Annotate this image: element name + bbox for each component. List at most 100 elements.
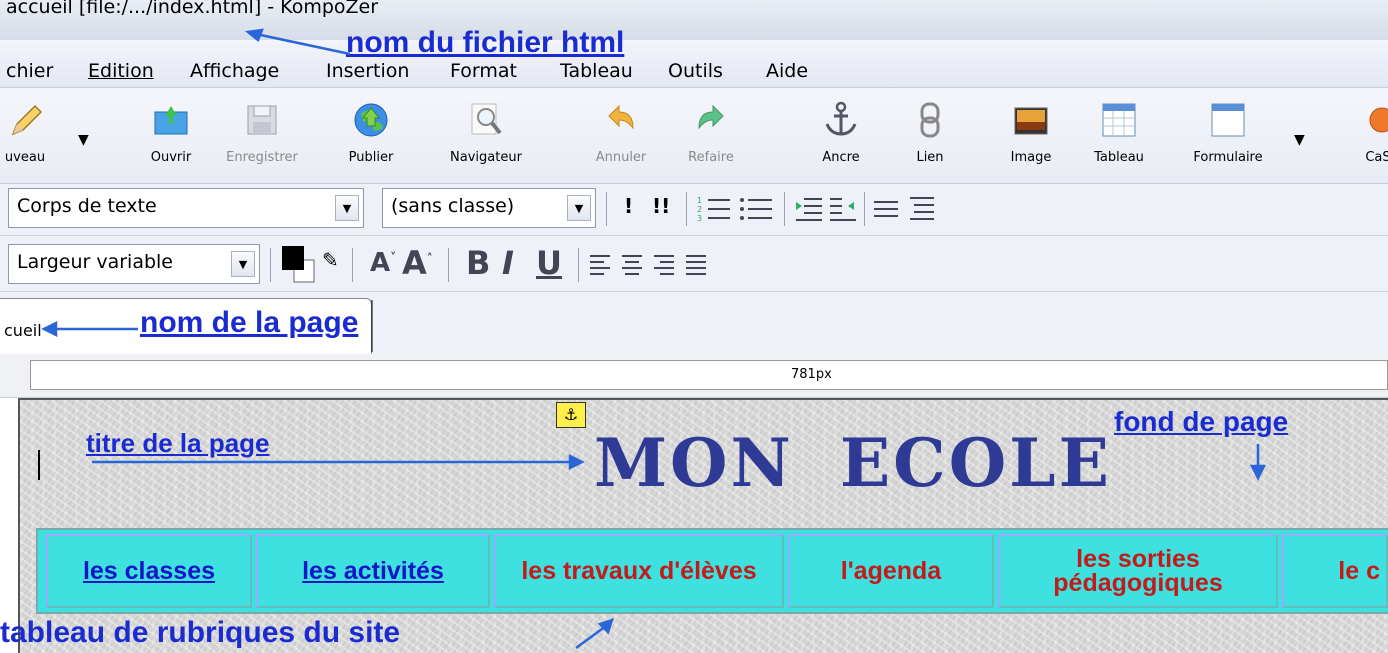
- menu-format[interactable]: Format: [450, 60, 517, 82]
- svg-text:2: 2: [697, 205, 702, 214]
- underline-button[interactable]: U: [536, 244, 562, 282]
- class-style-select[interactable]: (sans classe) ▼: [382, 188, 596, 228]
- font-smaller-icon[interactable]: A˅: [370, 248, 396, 278]
- save-label: Enregistrer: [226, 150, 298, 165]
- spellcheck-label: CaS: [1365, 150, 1388, 165]
- publish-label: Publier: [348, 150, 394, 165]
- align-right-icon: [654, 255, 674, 275]
- chevron-down-icon[interactable]: ▼: [567, 195, 591, 221]
- annotation-page-title: titre de la page: [86, 428, 270, 458]
- browser-button[interactable]: Navigateur: [436, 88, 536, 180]
- text-color-icon[interactable]: [280, 244, 316, 286]
- justify-icon: [686, 255, 706, 275]
- highlight-icon[interactable]: ✎: [322, 248, 339, 272]
- menu-bar: chier Edition Affichage Insertion Format…: [0, 40, 1388, 88]
- italic-button[interactable]: I: [502, 244, 514, 282]
- separator: [352, 248, 353, 282]
- browser-label: Navigateur: [450, 150, 522, 165]
- new-label: uveau: [4, 150, 46, 165]
- separator: [448, 248, 449, 282]
- strong-emphasis-icon[interactable]: !!: [652, 194, 670, 218]
- menu-affichage[interactable]: Affichage: [190, 60, 279, 82]
- separator: [578, 248, 579, 282]
- separator: [864, 192, 865, 226]
- nav-cell-outings[interactable]: les sorties pédagogiques: [998, 534, 1278, 608]
- open-button[interactable]: Ouvrir: [136, 88, 206, 180]
- bold-button[interactable]: B: [466, 244, 490, 282]
- menu-outils[interactable]: Outils: [668, 60, 723, 82]
- anchor-icon: [825, 101, 857, 136]
- form-dropdown-icon[interactable]: ▼: [1294, 132, 1305, 148]
- redo-button[interactable]: Refaire: [676, 88, 746, 180]
- emphasis-icon[interactable]: !: [624, 194, 633, 218]
- class-style-value: (sans classe): [391, 195, 515, 217]
- text-caret: [38, 450, 40, 480]
- nav-cell-student-work[interactable]: les travaux d'élèves: [494, 534, 784, 608]
- indent-icons[interactable]: [794, 194, 858, 224]
- nav-cell-activities[interactable]: les activités: [256, 534, 490, 608]
- image-icon: [1014, 107, 1048, 135]
- separator: [270, 248, 271, 282]
- menu-edition[interactable]: Edition: [88, 60, 154, 82]
- new-button[interactable]: uveau: [0, 88, 60, 180]
- link-label: Lien: [916, 150, 944, 165]
- undo-label: Annuler: [595, 150, 647, 165]
- list-icons[interactable]: 123: [696, 194, 776, 224]
- bullet-list-icon: [740, 198, 772, 220]
- chevron-down-icon[interactable]: ▼: [231, 251, 255, 277]
- page-heading[interactable]: MON ECOLE: [594, 424, 1112, 502]
- table-button[interactable]: Tableau: [1084, 88, 1154, 180]
- undo-button[interactable]: Annuler: [586, 88, 656, 180]
- window-title-bar: accueil [file:/.../index.html] - KompoZe…: [0, 0, 1388, 40]
- nav-cell-agenda[interactable]: l'agenda: [788, 534, 994, 608]
- open-label: Ouvrir: [150, 150, 192, 165]
- paragraph-style-select[interactable]: Corps de texte ▼: [8, 188, 364, 228]
- width-ruler[interactable]: 781px: [30, 360, 1388, 390]
- anchor-button[interactable]: Ancre: [806, 88, 876, 180]
- format-toolbar-1: Corps de texte ▼ (sans classe) ▼ ! !! 12…: [0, 184, 1388, 236]
- menu-insertion[interactable]: Insertion: [326, 60, 409, 82]
- spellcheck-icon: [1369, 107, 1388, 133]
- new-dropdown-icon[interactable]: ▼: [78, 132, 89, 148]
- link-icon: [920, 102, 940, 138]
- svg-text:1: 1: [697, 196, 702, 205]
- menu-aide[interactable]: Aide: [766, 60, 808, 82]
- indent-icon: [830, 198, 856, 221]
- nav-cell-classes[interactable]: les classes: [46, 534, 252, 608]
- save-button[interactable]: Enregistrer: [222, 88, 302, 180]
- font-select[interactable]: Largeur variable ▼: [8, 244, 260, 284]
- spellcheck-button[interactable]: CaS: [1348, 88, 1388, 180]
- editor-gutter: [0, 398, 18, 653]
- paragraph-style-value: Corps de texte: [17, 195, 157, 217]
- form-label: Formulaire: [1193, 150, 1263, 165]
- image-label: Image: [1010, 150, 1052, 165]
- align-icons[interactable]: [872, 194, 942, 224]
- undo-icon: [608, 104, 634, 130]
- table-icon: [1102, 103, 1136, 137]
- globe-icon: [354, 103, 388, 137]
- anchor-marker-icon[interactable]: ⚓: [556, 402, 586, 428]
- annotation-page-name: nom de la page: [140, 306, 359, 339]
- numbered-list-icon: 123: [697, 196, 730, 223]
- composition-toolbar: uveau ▼ Ouvrir Enregistrer Publier Navig…: [0, 88, 1388, 184]
- ruler-row: 781px: [0, 354, 1388, 398]
- nav-cell-truncated[interactable]: le c: [1282, 534, 1388, 608]
- redo-icon: [698, 104, 724, 130]
- form-button[interactable]: Formulaire: [1178, 88, 1278, 180]
- window-title: accueil [file:/.../index.html] - KompoZe…: [6, 0, 379, 18]
- svg-text:3: 3: [697, 214, 702, 223]
- magnifier-icon: [471, 103, 502, 135]
- separator: [606, 192, 607, 226]
- publish-button[interactable]: Publier: [336, 88, 406, 180]
- block-quote-icon: [910, 197, 934, 220]
- menu-fichier[interactable]: chier: [6, 60, 53, 82]
- font-larger-icon[interactable]: A˄: [402, 244, 433, 282]
- image-button[interactable]: Image: [996, 88, 1066, 180]
- outdent-icon: [796, 198, 822, 221]
- link-button[interactable]: Lien: [900, 88, 960, 180]
- menu-tableau[interactable]: Tableau: [560, 60, 633, 82]
- chevron-down-icon[interactable]: ▼: [335, 195, 359, 221]
- ruler-width-label: 781px: [791, 367, 832, 382]
- alignment-icons[interactable]: [588, 252, 718, 278]
- form-icon: [1211, 103, 1245, 137]
